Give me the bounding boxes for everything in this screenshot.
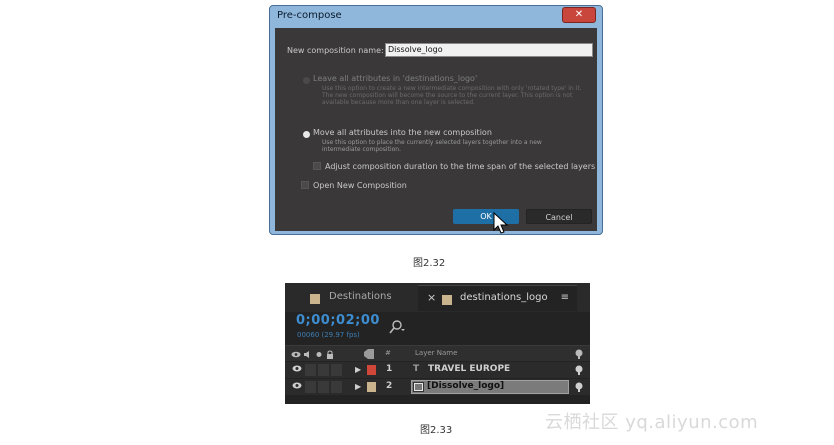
header-number: # xyxy=(385,349,391,357)
header-layer-name[interactable]: Layer Name xyxy=(415,349,457,357)
composition-swatch-icon xyxy=(310,294,320,304)
open-new-composition-checkbox[interactable] xyxy=(301,181,309,189)
move-attributes-description: Use this option to place the currently s… xyxy=(322,139,542,153)
shy-icon xyxy=(575,349,583,359)
visibility-eye-icon[interactable] xyxy=(292,382,302,391)
precompose-dialog: Pre-compose ✕ New composition name: Diss… xyxy=(269,5,603,235)
move-attributes-label: Move all attributes into the new composi… xyxy=(313,128,492,137)
panel-menu-icon[interactable]: ≡ xyxy=(561,286,569,310)
label-tag-icon xyxy=(364,349,374,359)
figure-caption-2-32: 图2.32 xyxy=(413,258,446,269)
watermark: 云栖社区 yq.aliyun.com xyxy=(545,412,759,433)
dialog-title: Pre-compose xyxy=(277,10,342,21)
current-time-display[interactable]: 0;00;02;00 xyxy=(296,313,380,328)
audio-switch[interactable] xyxy=(305,364,316,376)
tab-destinations-logo-label: destinations_logo xyxy=(460,292,548,303)
layer-header-row: # Layer Name xyxy=(285,345,590,361)
move-attributes-radio[interactable] xyxy=(303,131,310,138)
close-icon: ✕ xyxy=(574,9,584,20)
timeline-tabbar: Destinations × destinations_logo ≡ xyxy=(285,283,590,312)
close-button[interactable]: ✕ xyxy=(562,7,596,23)
tab-destinations[interactable]: Destinations xyxy=(285,285,418,311)
layer-number: 1 xyxy=(386,364,393,374)
tab-destinations-logo[interactable]: × destinations_logo ≡ xyxy=(418,285,577,311)
dialog-titlebar: Pre-compose ✕ xyxy=(270,6,602,26)
timeline-panel: Destinations × destinations_logo ≡ 0;00;… xyxy=(285,283,590,404)
solo-switch[interactable] xyxy=(318,364,329,376)
lock-switch[interactable] xyxy=(331,364,342,376)
frame-rate-label: 00060 (29.97 fps) xyxy=(297,331,360,339)
shy-icon[interactable] xyxy=(574,365,584,375)
expand-arrow-icon[interactable]: ▶ xyxy=(355,382,361,391)
leave-attributes-label: Leave all attributes in 'destinations_lo… xyxy=(313,74,478,83)
dialog-body: New composition name: Dissolve_logo Leav… xyxy=(275,28,597,234)
label-color-swatch[interactable] xyxy=(367,365,376,375)
composition-swatch-icon xyxy=(442,295,452,305)
composition-name-input[interactable]: Dissolve_logo xyxy=(385,43,593,57)
cancel-button[interactable]: Cancel xyxy=(526,209,592,224)
open-new-composition-label: Open New Composition xyxy=(313,181,407,190)
shy-icon[interactable] xyxy=(574,382,584,392)
layer-name[interactable]: [Dissolve_logo] xyxy=(427,381,504,391)
composition-layer-icon xyxy=(413,382,424,392)
leave-attributes-description: Use this option to create a new intermed… xyxy=(322,85,582,106)
composition-name-label: New composition name: xyxy=(287,46,384,55)
mouse-pointer-icon xyxy=(493,212,509,234)
lock-switch[interactable] xyxy=(331,381,342,393)
layer-number: 2 xyxy=(386,381,393,391)
visibility-eye-icon[interactable] xyxy=(292,365,302,374)
text-layer-icon: T xyxy=(413,364,420,374)
layer-row[interactable]: ▶ 1 T TRAVEL EUROPE xyxy=(285,362,590,378)
layer-name[interactable]: TRAVEL EUROPE xyxy=(428,364,510,374)
tab-destinations-label: Destinations xyxy=(329,291,392,302)
layer-row[interactable]: ▶ 2 [Dissolve_logo] xyxy=(285,379,590,395)
av-switches-header-icons xyxy=(291,350,333,359)
expand-arrow-icon[interactable]: ▶ xyxy=(355,365,361,374)
solo-switch[interactable] xyxy=(318,381,329,393)
label-color-swatch[interactable] xyxy=(367,382,376,392)
adjust-duration-checkbox[interactable] xyxy=(313,162,321,170)
adjust-duration-label: Adjust composition duration to the time … xyxy=(325,162,596,171)
search-icon[interactable] xyxy=(388,319,406,335)
audio-switch[interactable] xyxy=(305,381,316,393)
leave-attributes-radio[interactable] xyxy=(303,77,310,84)
figure-caption-2-33: 图2.33 xyxy=(420,425,453,436)
tab-close-icon[interactable]: × xyxy=(427,286,436,310)
ok-button[interactable]: OK xyxy=(453,209,519,224)
